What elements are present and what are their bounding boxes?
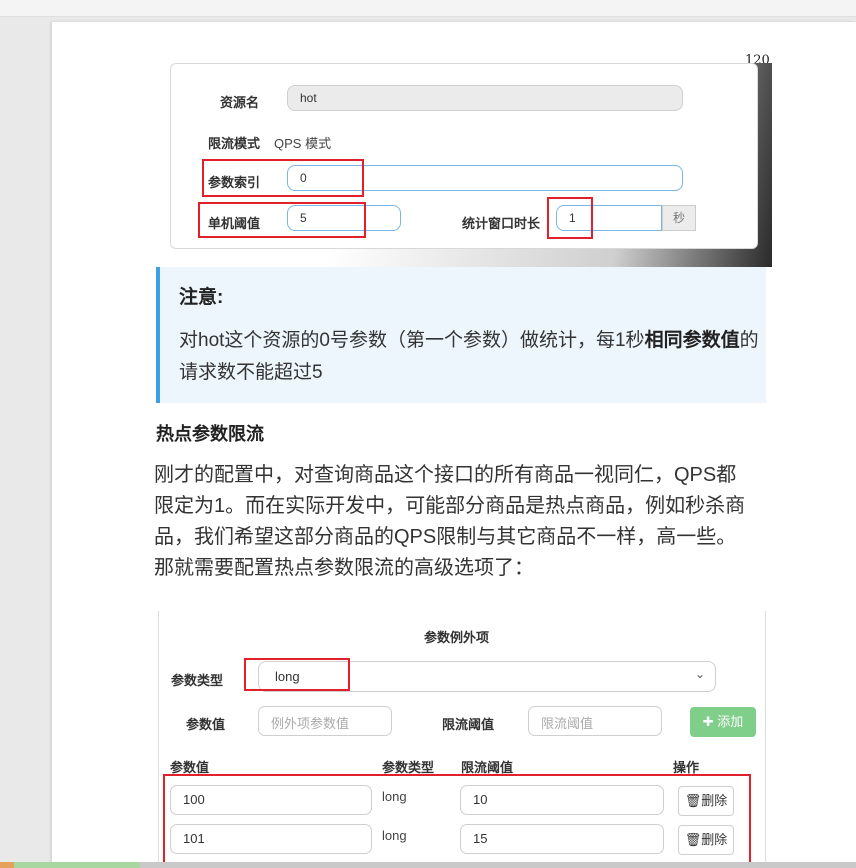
note-text-1: 对hot这个资源的0号参数（第一个参数）做统计，每1秒 [179, 330, 645, 351]
mode-value: QPS 模式 [274, 136, 332, 151]
limit-input[interactable]: 限流阈值 [528, 706, 662, 736]
highlight-box-index [202, 159, 364, 197]
mode-label: 限流模式 [208, 136, 261, 151]
param-value-label: 参数值 [186, 717, 226, 732]
resource-value: hot [300, 91, 317, 105]
section-paragraph: 刚才的配置中，对查询商品这个接口的所有商品一视同仁，QPS都 限定为1。而在实际… [154, 460, 774, 584]
paragraph-line-4: 那就需要配置热点参数限流的高级选项了： [154, 557, 534, 579]
note-body: 对hot这个资源的0号参数（第一个参数）做统计，每1秒相同参数值的请求数不能超过… [179, 325, 759, 389]
plus-icon: ✚ [702, 714, 714, 729]
paragraph-line-3: 品，我们希望这部分商品的QPS限制与其它商品不一样，高一些。 [154, 526, 737, 548]
window-label: 统计窗口时长 [462, 216, 541, 231]
limit-label: 限流阈值 [442, 717, 495, 732]
chevron-down-icon: ⌄ [694, 667, 705, 681]
limit-placeholder: 限流阈值 [541, 716, 594, 731]
note-text-bold: 相同参数值 [644, 330, 740, 351]
resource-field[interactable]: hot [287, 85, 683, 111]
rule-form-screenshot: 资源名 hot 限流模式 QPS 模式 参数索引 0 单机阈值 5 统计窗口时长… [170, 63, 772, 267]
section-heading: 热点参数限流 [156, 424, 264, 444]
resource-label: 资源名 [220, 95, 260, 110]
param-type-label: 参数类型 [171, 673, 224, 688]
paragraph-line-2: 限定为1。而在实际开发中，可能部分商品是热点商品，例如秒杀商 [154, 495, 746, 517]
add-button[interactable]: ✚ 添加 [690, 707, 756, 737]
add-button-label: 添加 [717, 714, 744, 729]
note-callout: 注意: 对hot这个资源的0号参数（第一个参数）做统计，每1秒相同参数值的请求数… [156, 267, 766, 403]
highlight-box-rows [163, 774, 751, 868]
highlight-box-window [547, 197, 593, 239]
highlight-box-type [244, 658, 350, 691]
paragraph-line-1: 刚才的配置中，对查询商品这个接口的所有商品一视同仁，QPS都 [154, 464, 737, 486]
param-value-input[interactable]: 例外项参数值 [258, 706, 392, 736]
note-title: 注意: [179, 287, 224, 308]
param-value-placeholder: 例外项参数值 [271, 716, 350, 731]
exception-title: 参数例外项 [424, 630, 490, 645]
bottom-scroll-strip [0, 862, 856, 868]
strip-segment [14, 862, 140, 868]
highlight-box-threshold [198, 202, 366, 238]
window-unit: 秒 [662, 205, 696, 231]
viewer-toolbar [0, 0, 856, 17]
strip-segment [0, 862, 14, 868]
